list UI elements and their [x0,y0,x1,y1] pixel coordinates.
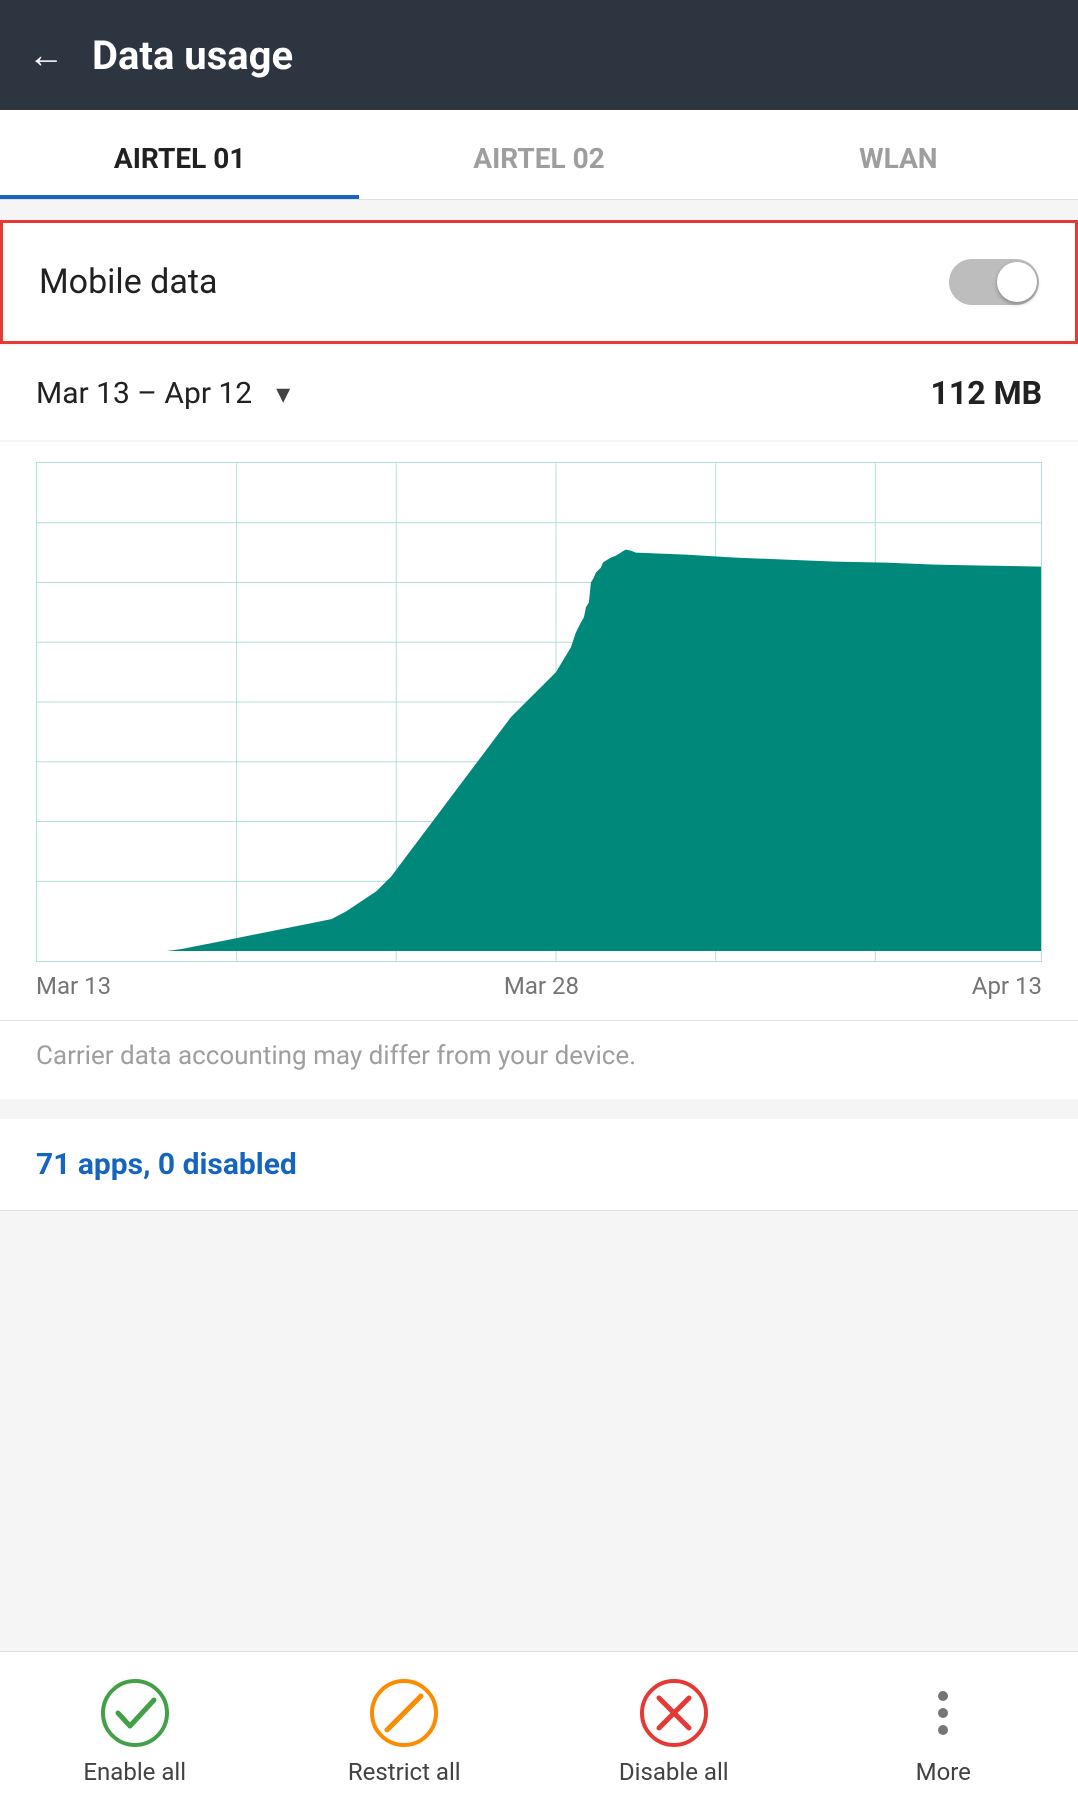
restrict-all-button[interactable]: Restrict all [270,1652,540,1811]
enable-all-button[interactable]: Enable all [0,1652,270,1811]
mobile-data-toggle[interactable] [949,259,1039,305]
chart-container: Mar 13 Mar 28 Apr 13 [0,442,1078,1020]
tab-bar: AIRTEL 01 AIRTEL 02 WLAN [0,110,1078,200]
mobile-data-row: Mobile data [0,220,1078,344]
disclaimer-text: Carrier data accounting may differ from … [36,1041,636,1071]
header: ← Data usage [0,0,1078,110]
disclaimer: Carrier data accounting may differ from … [0,1020,1078,1099]
apps-summary-text: 71 apps, 0 disabled [36,1147,297,1182]
more-button[interactable]: More [809,1652,1078,1811]
restrict-all-label: Restrict all [348,1758,461,1786]
more-label: More [916,1758,971,1786]
restrict-circle-icon [369,1678,439,1748]
toggle-thumb [997,262,1037,302]
date-range-text: Mar 13 – Apr 12 [36,376,252,411]
date-range-row: Mar 13 – Apr 12 ▾ 112 MB [0,346,1078,440]
data-usage-chart [37,463,1041,961]
disable-all-label: Disable all [619,1758,729,1786]
chart-x-labels: Mar 13 Mar 28 Apr 13 [36,962,1042,1020]
mobile-data-label: Mobile data [39,262,217,302]
chart-wrapper [36,462,1042,962]
chart-label-end: Apr 13 [972,972,1042,1000]
data-size-label: 112 MB [931,374,1042,412]
check-circle-icon [100,1678,170,1748]
disable-all-button[interactable]: Disable all [539,1652,809,1811]
page-title: Data usage [92,32,293,79]
chart-label-start: Mar 13 [36,972,111,1000]
bottom-action-bar: Enable all Restrict all Disable all More [0,1651,1078,1811]
tab-airtel01[interactable]: AIRTEL 01 [0,110,359,199]
x-circle-icon [639,1678,709,1748]
dots-vertical-icon [908,1678,978,1748]
date-range-chevron-icon[interactable]: ▾ [276,377,290,410]
apps-summary[interactable]: 71 apps, 0 disabled [0,1119,1078,1211]
toggle-track [949,259,1039,305]
back-button[interactable]: ← [28,34,64,76]
enable-all-label: Enable all [83,1758,186,1786]
tab-airtel02[interactable]: AIRTEL 02 [359,110,718,199]
chart-label-mid: Mar 28 [504,972,579,1000]
tab-wlan[interactable]: WLAN [719,110,1078,199]
